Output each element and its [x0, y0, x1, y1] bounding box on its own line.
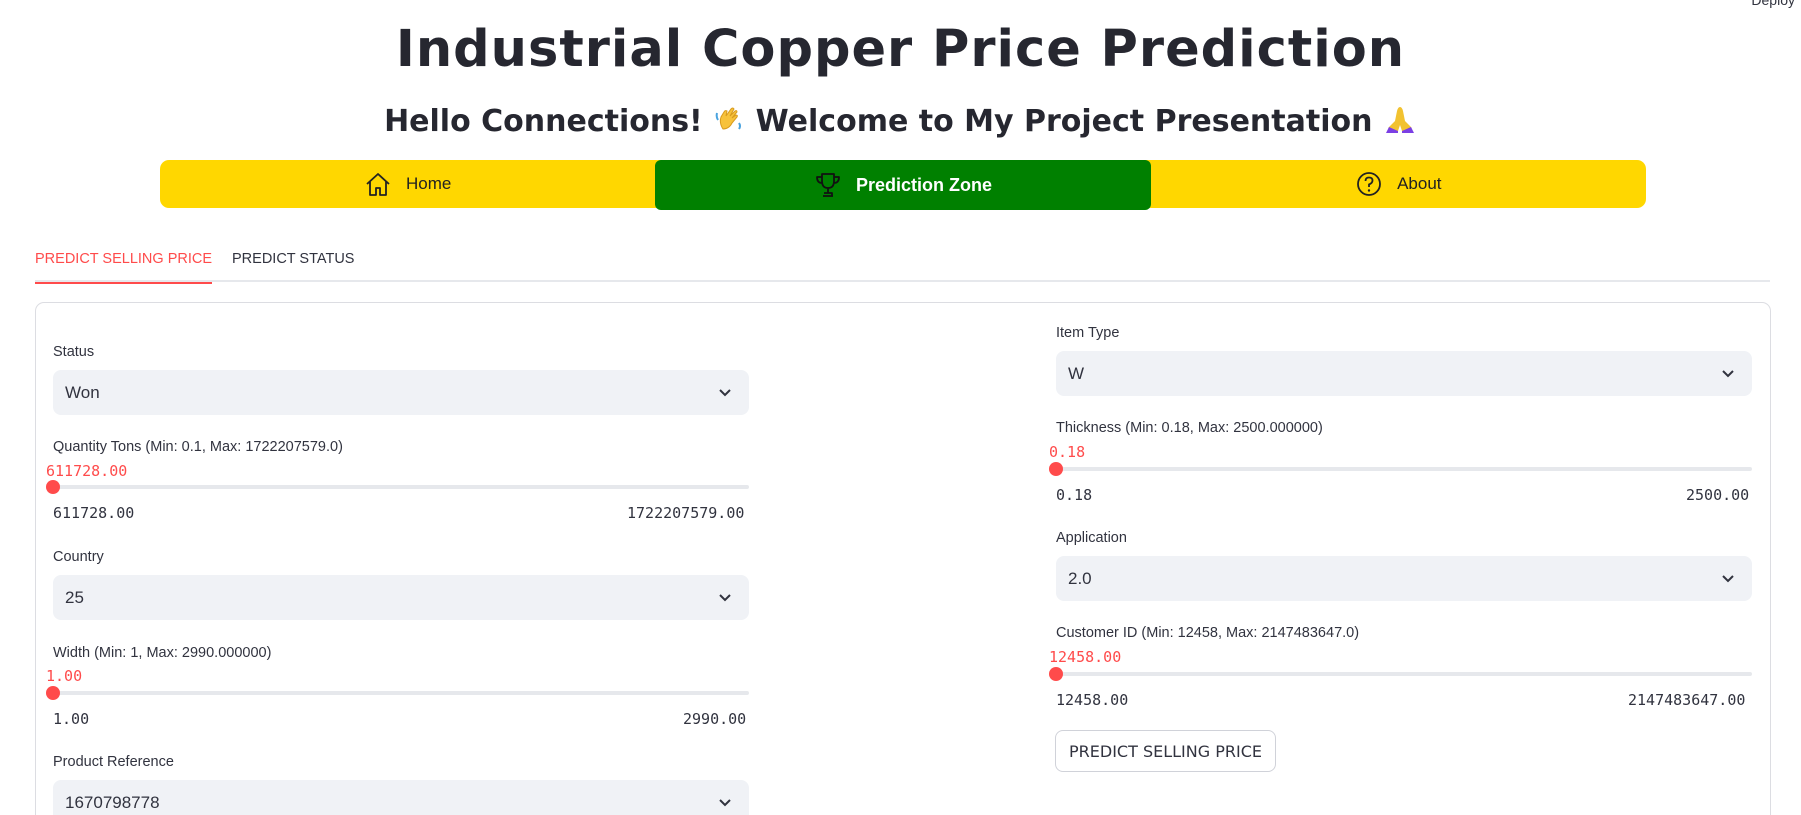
country-value: 25 [65, 587, 84, 607]
question-circle-icon [1357, 172, 1381, 196]
country-label: Country [53, 549, 104, 565]
customer-id-label: Customer ID (Min: 12458, Max: 2147483647… [1056, 625, 1360, 641]
customer-id-max: 2147483647.00 [1628, 691, 1746, 709]
waving-hand-icon [713, 103, 745, 142]
width-label: Width (Min: 1, Max: 2990.000000) [53, 645, 272, 661]
width-max: 2990.00 [683, 710, 747, 728]
chevron-down-icon [719, 389, 731, 397]
status-label: Status [53, 344, 95, 360]
item-type-label: Item Type [1056, 325, 1120, 341]
nav-about-label: About [1397, 174, 1442, 193]
navigation-bar: Home Prediction Zone About [160, 160, 1646, 210]
deploy-button[interactable]: Deploy [1751, 0, 1795, 8]
trophy-icon [816, 173, 840, 197]
product-reference-value: 1670798778 [65, 792, 160, 812]
quantity-slider-value: 611728.00 [46, 462, 128, 480]
house-icon [366, 173, 390, 196]
thickness-min: 0.18 [1056, 486, 1093, 504]
nav-prediction-label: Prediction Zone [855, 174, 992, 195]
thickness-label: Thickness (Min: 0.18, Max: 2500.000000) [1056, 420, 1323, 436]
chevron-down-icon [1722, 370, 1734, 378]
width-slider-thumb[interactable] [46, 686, 60, 700]
nav-about[interactable]: About [1151, 160, 1646, 208]
quantity-max: 1722207579.00 [627, 504, 745, 522]
subtitle-welcome: Welcome to My Project Presentation [755, 104, 1373, 139]
width-min: 1.00 [53, 710, 90, 728]
width-slider-track[interactable] [53, 691, 749, 695]
quantity-slider-track[interactable] [53, 485, 749, 489]
status-select[interactable]: Won [53, 370, 749, 415]
thickness-slider-value: 0.18 [1049, 443, 1086, 461]
application-select[interactable]: 2.0 [1056, 556, 1752, 601]
tab-predict-selling-price[interactable]: PREDICT SELLING PRICE [35, 248, 213, 284]
country-select[interactable]: 25 [53, 575, 749, 620]
width-slider-value: 1.00 [46, 667, 83, 685]
customer-id-slider-value: 12458.00 [1049, 648, 1122, 666]
chevron-down-icon [1722, 575, 1734, 583]
nav-prediction-zone[interactable]: Prediction Zone [655, 160, 1151, 210]
thickness-max: 2500.00 [1686, 486, 1750, 504]
quantity-slider-thumb[interactable] [46, 480, 60, 494]
page-subtitle: Hello Connections! Welcome to My Project… [0, 103, 1801, 142]
thickness-slider-track[interactable] [1056, 467, 1752, 471]
customer-id-slider-track[interactable] [1056, 672, 1752, 676]
nav-home[interactable]: Home [160, 160, 655, 208]
status-value: Won [65, 382, 100, 402]
application-value: 2.0 [1068, 568, 1092, 588]
thickness-slider-thumb[interactable] [1049, 462, 1063, 476]
subtitle-greeting: Hello Connections! [384, 104, 703, 139]
predict-selling-price-button[interactable]: PREDICT SELLING PRICE [1055, 730, 1276, 772]
customer-id-slider-thumb[interactable] [1049, 667, 1063, 681]
nav-home-label: Home [405, 174, 452, 193]
customer-id-min: 12458.00 [1056, 691, 1129, 709]
item-type-value: W [1068, 363, 1085, 383]
application-label: Application [1056, 530, 1127, 546]
product-reference-label: Product Reference [53, 754, 174, 770]
folded-hands-icon [1383, 103, 1417, 142]
quantity-min: 611728.00 [53, 504, 135, 522]
tab-predict-status[interactable]: PREDICT STATUS [232, 248, 354, 282]
product-reference-select[interactable]: 1670798778 [53, 780, 749, 815]
quantity-label: Quantity Tons (Min: 0.1, Max: 1722207579… [53, 439, 343, 455]
item-type-select[interactable]: W [1056, 351, 1752, 396]
chevron-down-icon [719, 799, 731, 807]
page-title: Industrial Copper Price Prediction [395, 20, 1406, 79]
chevron-down-icon [719, 594, 731, 602]
tab-bar: PREDICT SELLING PRICE PREDICT STATUS [35, 248, 1770, 284]
